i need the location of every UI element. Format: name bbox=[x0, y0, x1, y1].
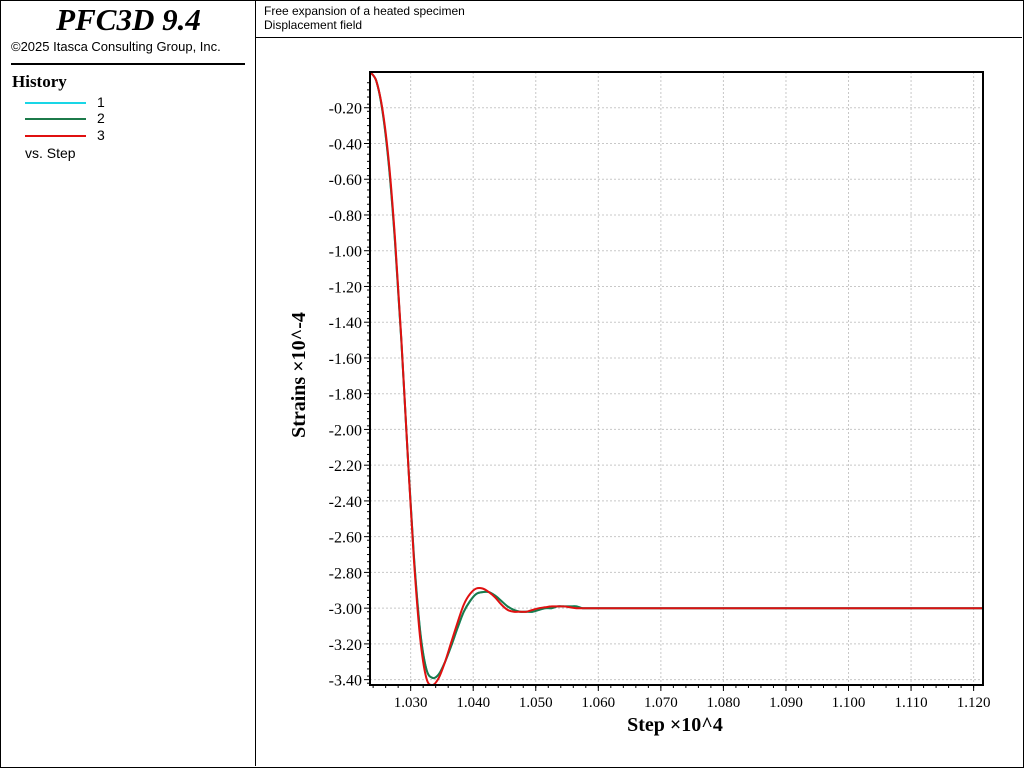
series-line-3 bbox=[369, 71, 983, 687]
x-axis-label: Step ×10^4 bbox=[627, 714, 723, 736]
x-axis-ticks: 1.030 1.040 1.050 1.060 1.070 1.080 1.090 1.100… bbox=[372, 685, 991, 711]
y-axis-ticks: -0.20 -0.40 -0.60 -0.80 -1.00 -1.20 -1.40 -1.60… bbox=[329, 82, 370, 690]
y-tick-label: -1.40 bbox=[329, 315, 362, 332]
y-tick-label: -0.80 bbox=[329, 208, 362, 225]
x-tick-label: 1.100 bbox=[832, 695, 866, 711]
y-tick-label: -3.20 bbox=[329, 637, 362, 654]
y-tick-label: -2.00 bbox=[329, 422, 362, 439]
x-tick-label: 1.120 bbox=[957, 695, 991, 711]
x-tick-label: 1.030 bbox=[394, 695, 428, 711]
y-tick-label: -0.60 bbox=[329, 172, 362, 189]
x-tick-label: 1.080 bbox=[707, 695, 741, 711]
y-tick-label: -0.40 bbox=[329, 136, 362, 153]
x-tick-label: 1.040 bbox=[456, 695, 490, 711]
y-tick-label: -2.60 bbox=[329, 530, 362, 547]
y-tick-label: -3.40 bbox=[329, 673, 362, 690]
y-tick-label: -1.00 bbox=[329, 244, 362, 261]
series-line-1 bbox=[369, 71, 983, 680]
chart-series bbox=[369, 71, 983, 687]
y-tick-label: -0.20 bbox=[329, 101, 362, 118]
y-tick-label: -2.20 bbox=[329, 458, 362, 475]
y-tick-label: -1.80 bbox=[329, 387, 362, 404]
chart-grid bbox=[370, 72, 983, 685]
x-tick-label: 1.070 bbox=[644, 695, 678, 711]
y-axis-label: Strains ×10^-4 bbox=[288, 312, 310, 438]
x-tick-label: 1.050 bbox=[519, 695, 553, 711]
x-tick-label: 1.110 bbox=[894, 695, 927, 711]
y-tick-label: -1.60 bbox=[329, 351, 362, 368]
y-tick-label: -2.80 bbox=[329, 565, 362, 582]
y-tick-label: -1.20 bbox=[329, 279, 362, 296]
x-tick-label: 1.060 bbox=[581, 695, 615, 711]
y-tick-label: -3.00 bbox=[329, 601, 362, 618]
strain-history-chart: 1.030 1.040 1.050 1.060 1.070 1.080 1.090 1.100… bbox=[288, 71, 991, 736]
series-line-2 bbox=[369, 71, 983, 680]
x-tick-label: 1.090 bbox=[769, 695, 803, 711]
plot-area-border bbox=[369, 71, 984, 686]
y-tick-label: -2.40 bbox=[329, 494, 362, 511]
